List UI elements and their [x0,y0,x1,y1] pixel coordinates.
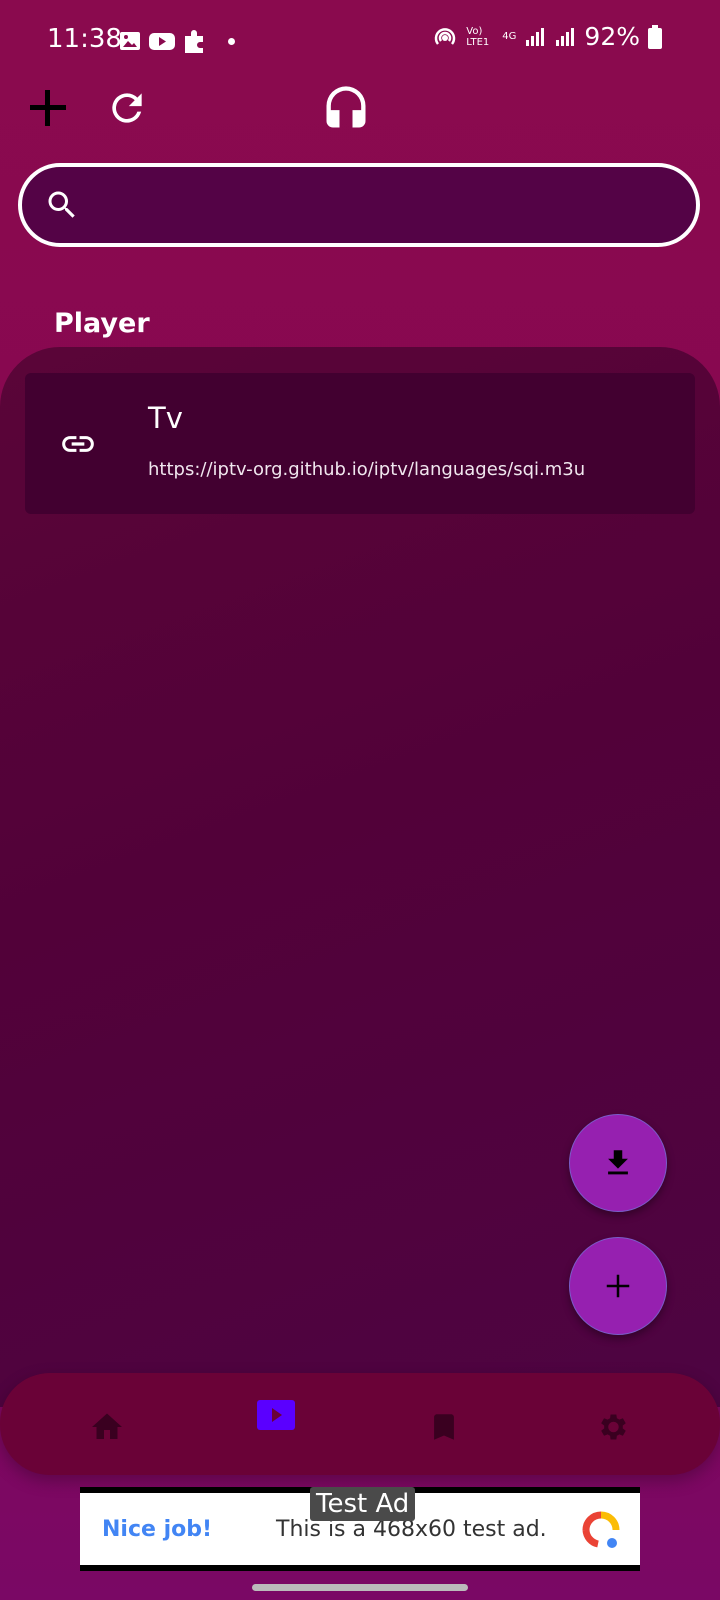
play-icon [257,1400,295,1430]
search-icon [48,191,75,218]
puzzle-icon [185,30,203,53]
plus-icon [30,90,66,126]
download-icon [608,1150,628,1175]
plus-icon [606,1274,630,1298]
signal-icon [556,27,575,46]
status-right: Vo) LTE1 4G 92% [432,22,662,51]
refresh-button[interactable] [100,80,154,136]
search-bar[interactable] [18,163,700,247]
section-title: Player [54,308,150,339]
status-time: 11:38 [47,24,122,54]
battery-icon [648,24,662,49]
search-input[interactable] [102,181,666,231]
link-icon [62,436,94,452]
status-bar: 11:38 Vo) LTE1 4G 92% [0,0,720,80]
nav-home[interactable] [87,1407,127,1447]
home-indicator[interactable] [252,1584,468,1591]
nav-bookmarks[interactable] [424,1407,464,1447]
notification-dot-icon [228,37,235,45]
ad-label: Test Ad [310,1487,416,1521]
nav-settings[interactable] [592,1407,632,1447]
ad-headline: Nice job! [102,1517,213,1542]
top-toolbar [0,80,720,160]
settings-icon [601,1414,626,1440]
gallery-icon [120,32,140,50]
refresh-icon [112,93,142,123]
youtube-icon [149,33,175,50]
ad-logo-icon [582,1511,620,1548]
net-type-label: 4G [502,31,517,42]
network-label: Vo) LTE1 [466,25,490,48]
battery-percent: 92% [584,22,640,51]
signal-icon [526,27,545,46]
bottom-navigation [0,1373,720,1475]
notification-icons [118,28,235,54]
add-playlist-button[interactable] [24,80,72,136]
nav-player[interactable] [256,1395,296,1435]
headphones-icon [326,86,366,128]
playlist-item-url: https://iptv-org.github.io/iptv/language… [148,459,586,480]
hotspot-icon [435,27,456,45]
download-fab-button[interactable] [569,1114,667,1212]
add-fab-button[interactable] [569,1237,667,1335]
playlist-item-title: Tv [148,401,183,435]
audio-button[interactable] [318,80,374,136]
bookmark-icon [434,1414,454,1440]
playlist-item[interactable]: Tv https://iptv-org.github.io/iptv/langu… [25,373,695,514]
home-icon [92,1413,122,1439]
